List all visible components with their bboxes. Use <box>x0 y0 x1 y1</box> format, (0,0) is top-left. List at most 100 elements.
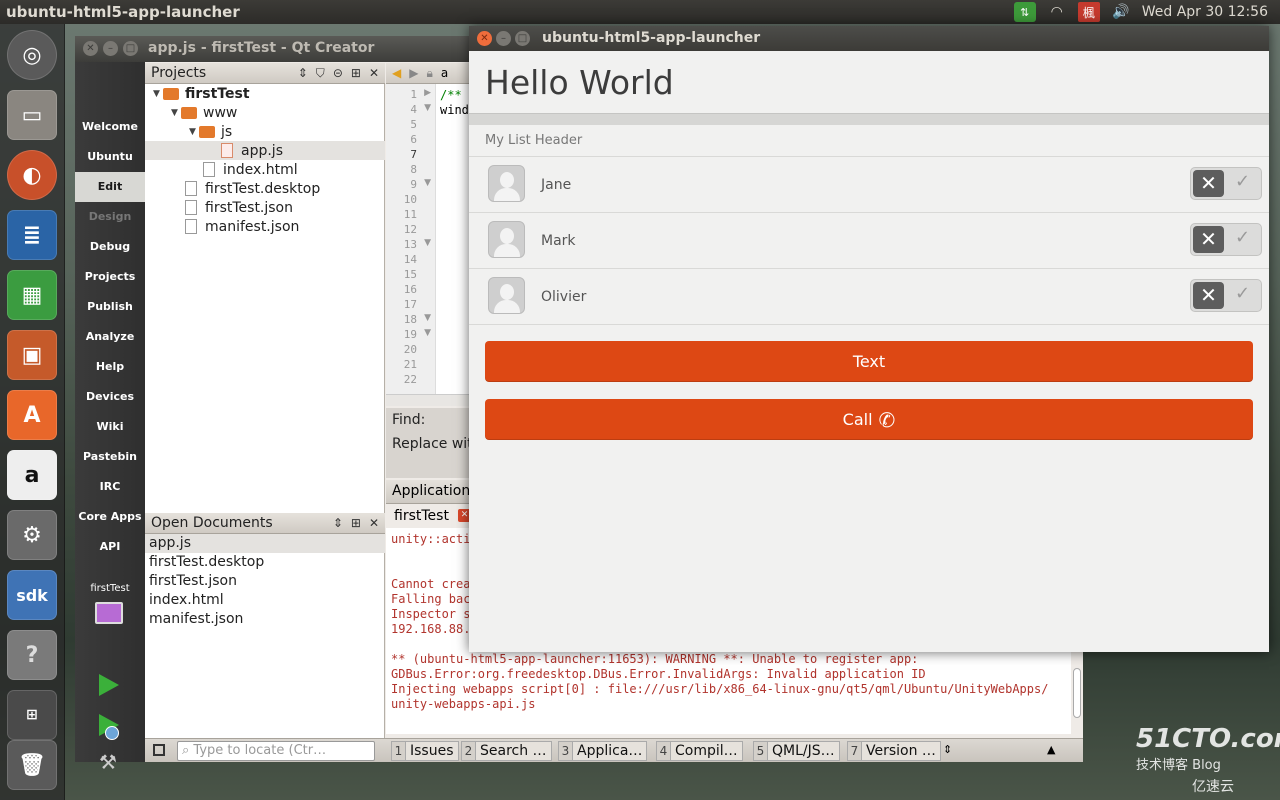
filter-icon[interactable]: ⛉ <box>316 66 325 81</box>
open-document-item[interactable]: firstTest.json <box>149 572 385 591</box>
clock[interactable]: Wed Apr 30 12:56 <box>1142 4 1268 20</box>
lock-icon: 🔒︎ <box>426 65 433 80</box>
output-pane-button-search[interactable]: 2 Search … <box>461 741 552 761</box>
tree-item-firsttest-desktop[interactable]: firstTest.desktop <box>145 179 385 198</box>
output-pane-button-application[interactable]: 3 Applica… <box>558 741 648 761</box>
fold-arrow-icon[interactable]: ▼ <box>424 178 431 188</box>
expand-arrow-icon[interactable]: ▼ <box>153 89 163 99</box>
output-pane-button-qml-js[interactable]: 5 QML/JS… <box>753 741 840 761</box>
list-item[interactable]: Olivier ✕ ✓ <box>469 269 1269 325</box>
updown-icon[interactable]: ⇕ <box>943 743 952 756</box>
files-icon[interactable]: ▭ <box>7 90 57 140</box>
line-number: 18 <box>403 313 417 326</box>
impress-icon[interactable]: ▣ <box>7 330 57 380</box>
firefox-icon[interactable]: ◐ <box>7 150 57 200</box>
close-icon[interactable]: ✕ <box>369 516 379 530</box>
expand-arrow-icon[interactable]: ▼ <box>171 108 181 118</box>
maximize-icon[interactable]: □ <box>515 31 530 46</box>
calc-icon[interactable]: ▦ <box>7 270 57 320</box>
updown-icon[interactable]: ⇕ <box>333 516 343 530</box>
expand-arrow-icon[interactable]: ▼ <box>189 127 199 137</box>
output-pane-button-version-control[interactable]: 7 Version … <box>847 741 941 761</box>
toggle-sidebar-icon[interactable] <box>153 744 165 756</box>
software-center-icon[interactable]: A <box>7 390 57 440</box>
input-method-icon[interactable]: 楓 <box>1077 2 1100 22</box>
close-icon[interactable]: ✕ <box>83 41 98 56</box>
mode-edit[interactable]: Edit <box>75 172 145 202</box>
mode-publish[interactable]: Publish <box>75 292 145 322</box>
wifi-icon[interactable]: ◠ <box>1046 2 1068 22</box>
close-icon[interactable]: ✕ <box>477 31 492 46</box>
call-button[interactable]: Call ✆ <box>485 399 1253 440</box>
tree-item-firsttest[interactable]: ▼ firstTest <box>145 84 385 103</box>
mode-ubuntu[interactable]: Ubuntu <box>75 142 145 172</box>
mode-api[interactable]: API <box>75 532 145 562</box>
mode-irc[interactable]: IRC <box>75 472 145 502</box>
network-icon[interactable]: ⇅ <box>1013 2 1036 22</box>
scrollbar-thumb[interactable] <box>1073 668 1081 718</box>
help-icon[interactable]: ? <box>7 630 57 680</box>
close-icon[interactable]: ✕ <box>369 66 379 81</box>
fold-arrow-icon[interactable]: ▼ <box>424 328 431 338</box>
build-hammer-icon[interactable]: ⚒ <box>99 750 117 774</box>
fold-arrow-icon[interactable]: ▶ <box>424 88 431 98</box>
fold-arrow-icon[interactable]: ▼ <box>424 313 431 323</box>
list-item[interactable]: Jane ✕ ✓ <box>469 157 1269 213</box>
projects-pane-title[interactable]: Projects <box>151 65 206 81</box>
mode-design[interactable]: Design <box>75 202 145 232</box>
mode-help[interactable]: Help <box>75 352 145 382</box>
output-pane-button-issues[interactable]: 1 Issues <box>391 741 459 761</box>
run-icon[interactable] <box>99 674 119 696</box>
minimize-icon[interactable]: – <box>103 41 118 56</box>
trash-icon[interactable]: 🗑 <box>7 740 57 790</box>
output-pane-button-compile[interactable]: 4 Compil… <box>656 741 743 761</box>
tree-item-index-html[interactable]: index.html <box>145 160 385 179</box>
open-document-item[interactable]: app.js <box>145 534 385 553</box>
open-document-item[interactable]: firstTest.desktop <box>149 553 385 572</box>
amazon-icon[interactable]: a <box>7 450 57 500</box>
tree-item-manifest-json[interactable]: manifest.json <box>145 217 385 236</box>
mode-analyze[interactable]: Analyze <box>75 322 145 352</box>
toggle-switch[interactable]: ✕ ✓ <box>1190 223 1262 256</box>
tree-item-firsttest-json[interactable]: firstTest.json <box>145 198 385 217</box>
mode-core-apps[interactable]: Core Apps <box>75 502 145 532</box>
maximize-pane-icon[interactable]: ▲ <box>1047 743 1055 756</box>
link-icon[interactable]: ⊝ <box>333 66 343 81</box>
tree-item-js[interactable]: ▼ js <box>145 122 385 141</box>
editor-file-tab[interactable]: a <box>441 66 448 80</box>
maximize-icon[interactable]: □ <box>123 41 138 56</box>
workspace-switcher-icon[interactable]: ⊞ <box>7 690 57 740</box>
line-number: 4 <box>410 103 417 116</box>
list-item[interactable]: Mark ✕ ✓ <box>469 213 1269 269</box>
mode-wiki[interactable]: Wiki <box>75 412 145 442</box>
mode-projects[interactable]: Projects <box>75 262 145 292</box>
minimize-icon[interactable]: – <box>496 31 511 46</box>
split-icon[interactable]: ⊞ <box>351 66 361 81</box>
text-button[interactable]: Text <box>485 341 1253 382</box>
updown-icon[interactable]: ⇕ <box>298 66 308 81</box>
system-settings-icon[interactable]: ⚙ <box>7 510 57 560</box>
fold-arrow-icon[interactable]: ▼ <box>424 238 431 248</box>
fold-arrow-icon[interactable]: ▼ <box>424 103 431 113</box>
ubuntu-dash-icon[interactable]: ◎ <box>7 30 57 80</box>
back-arrow-icon[interactable]: ◀ <box>392 66 401 80</box>
split-icon[interactable]: ⊞ <box>351 516 361 530</box>
mode-welcome[interactable]: Welcome <box>75 112 145 142</box>
open-document-item[interactable]: manifest.json <box>149 610 385 629</box>
open-documents-title[interactable]: Open Documents <box>151 515 273 531</box>
tree-item-www[interactable]: ▼ www <box>145 103 385 122</box>
volume-icon[interactable]: 🔊 <box>1110 2 1132 22</box>
mode-devices[interactable]: Devices <box>75 382 145 412</box>
toggle-switch[interactable]: ✕ ✓ <box>1190 279 1262 312</box>
mode-debug[interactable]: Debug <box>75 232 145 262</box>
toggle-switch[interactable]: ✕ ✓ <box>1190 167 1262 200</box>
mode-pastebin[interactable]: Pastebin <box>75 442 145 472</box>
writer-icon[interactable]: ≣ <box>7 210 57 260</box>
output-tab-firsttest[interactable]: firstTest <box>394 508 449 524</box>
ubuntu-sdk-icon[interactable]: sdk <box>7 570 57 620</box>
open-document-item[interactable]: index.html <box>149 591 385 610</box>
forward-arrow-icon[interactable]: ▶ <box>409 66 418 80</box>
kit-selector-icon[interactable] <box>95 602 123 624</box>
tree-item-app-js[interactable]: app.js <box>145 141 385 160</box>
locator-input[interactable]: ⌕ Type to locate (Ctr… <box>177 741 375 761</box>
